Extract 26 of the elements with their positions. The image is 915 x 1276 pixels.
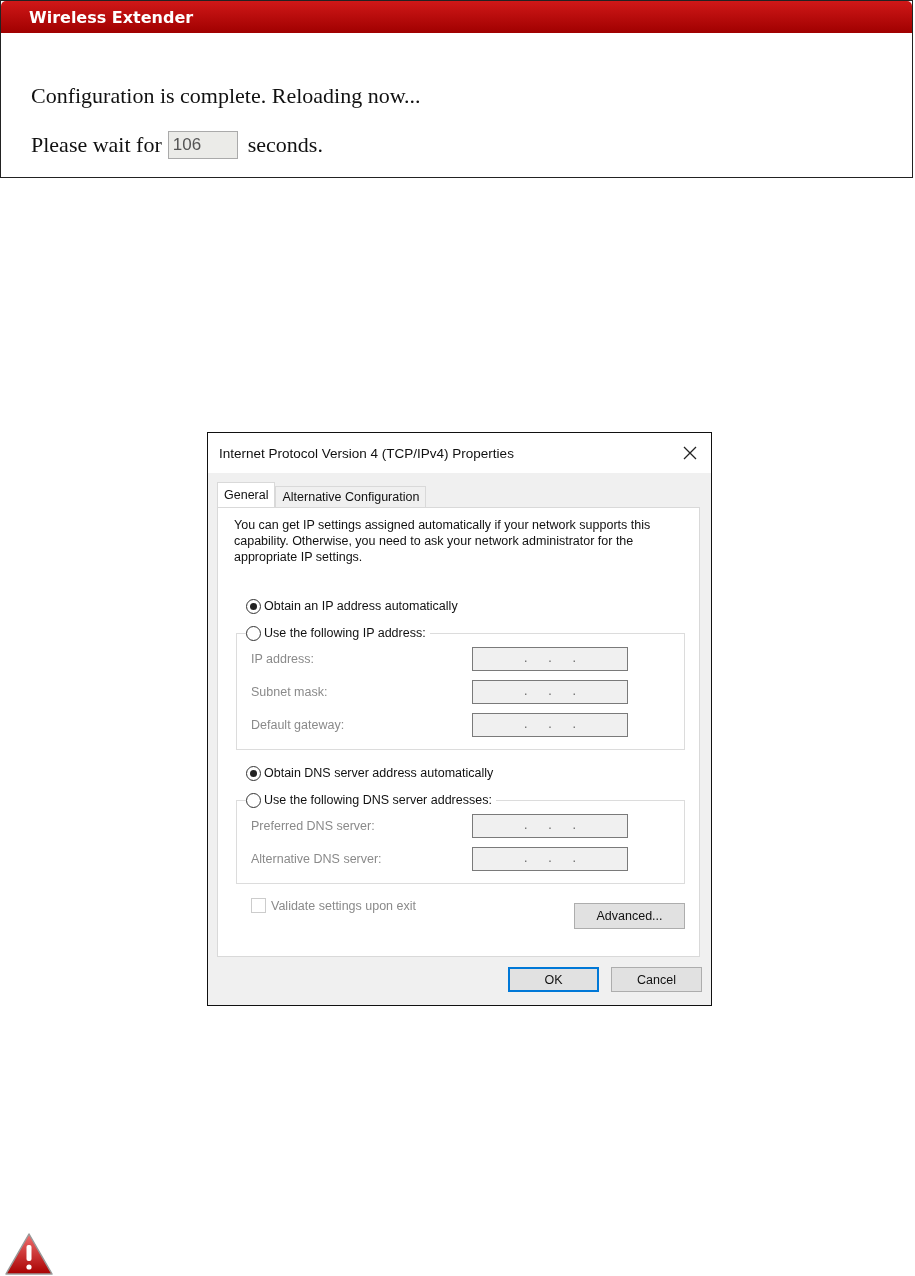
dialog-button[interactable]: OK [508, 967, 599, 992]
description-text: You can get IP settings assigned automatically if your network supports this capability. Otherwise, you need to ask your network administrator for the appropriate IP settings. [234, 517, 652, 565]
window-title: Internet Protocol Version 4 (TCP/IPv4) Properties [219, 445, 514, 461]
seconds-label: seconds. [247, 132, 323, 158]
radio-button[interactable] [246, 792, 261, 808]
advanced-button[interactable]: Advanced... [574, 903, 685, 929]
radio-label[interactable]: Use the following IP address: [264, 626, 426, 640]
field-label: Alternative DNS server: [251, 851, 383, 866]
radio-label[interactable]: Use the following DNS server addresses: [264, 793, 492, 807]
field-label: Default gateway: [251, 717, 346, 732]
radio-button[interactable] [246, 765, 261, 781]
tab[interactable]: General [217, 482, 276, 507]
wait-label: Please wait for [31, 132, 162, 158]
countdown-field[interactable]: 106 [167, 131, 238, 159]
dialog-button[interactable]: Cancel [611, 967, 702, 992]
radio-label[interactable]: Obtain an IP address automatically [264, 599, 458, 613]
radio-button[interactable] [246, 598, 261, 614]
panel-title: Wireless Extender [29, 7, 194, 27]
radio-button[interactable] [246, 625, 261, 641]
field-label: Subnet mask: [251, 684, 329, 699]
field-label: Preferred DNS server: [251, 818, 376, 833]
tab[interactable]: Alternative Configuration [275, 486, 427, 507]
close-icon[interactable] [683, 446, 697, 460]
status-message: Configuration is complete. Reloading now... [31, 83, 422, 109]
field-label: IP address: [251, 651, 315, 666]
radio-label[interactable]: Obtain DNS server address automatically [264, 766, 494, 780]
